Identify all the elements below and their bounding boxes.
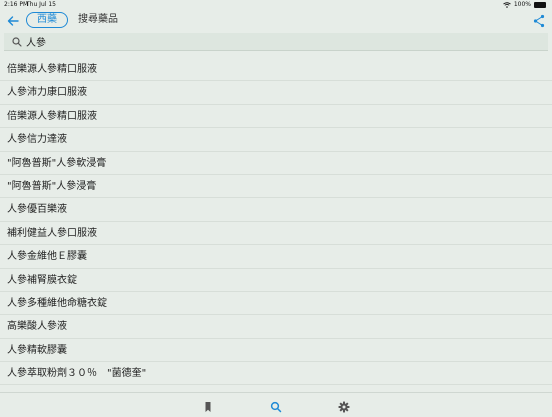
- list-item[interactable]: 倍樂源人參精口服液: [0, 58, 552, 82]
- list-item[interactable]: 人參優百樂液: [0, 198, 552, 222]
- back-button[interactable]: [6, 13, 20, 27]
- status-date: Thu Jul 15: [26, 1, 56, 8]
- status-bar: 2:16 PM Thu Jul 15 100%: [0, 0, 552, 9]
- share-icon: [533, 14, 545, 28]
- search-icon: [12, 37, 22, 47]
- list-item[interactable]: 人參金維他Ｅ膠囊: [0, 245, 552, 269]
- bookmark-icon: [205, 402, 211, 412]
- list-item[interactable]: 人參精軟膠囊: [0, 339, 552, 363]
- list-item[interactable]: 人參沛力康口服液: [0, 81, 552, 105]
- list-item[interactable]: 人參補腎膜衣錠: [0, 269, 552, 292]
- search-icon: [270, 401, 282, 413]
- share-button[interactable]: [533, 13, 545, 28]
- navigation-bar: 西藥 搜尋藥品: [0, 9, 552, 31]
- search-bar: [4, 33, 548, 51]
- list-item[interactable]: "阿魯普斯"人參軟浸膏: [0, 152, 552, 175]
- search-input[interactable]: [26, 34, 526, 49]
- list-item[interactable]: 人參多種維他命糖衣錠: [0, 292, 552, 316]
- list-item[interactable]: 高樂酸人參液: [0, 315, 552, 339]
- results-list: 倍樂源人參精口服液 人參沛力康口服液 倍樂源人參精口服液 人參信力達液 "阿魯普…: [0, 58, 552, 386]
- status-time: 2:16 PM: [4, 1, 29, 8]
- list-item[interactable]: "阿魯普斯"人參浸膏: [0, 175, 552, 199]
- list-item[interactable]: 倍樂源人參精口服液: [0, 105, 552, 129]
- battery-percent: 100%: [513, 1, 531, 8]
- tab-bar: [0, 392, 552, 414]
- list-item[interactable]: 補利健益人參口服液: [0, 222, 552, 246]
- tab-settings[interactable]: [338, 398, 350, 413]
- list-item[interactable]: 人參萃取粉劑３０％ "菌德奎": [0, 362, 552, 386]
- wifi-icon: [503, 1, 511, 8]
- list-item[interactable]: 人參信力達液: [0, 128, 552, 152]
- back-arrow-icon: [7, 16, 19, 26]
- tab-bookmarks[interactable]: [202, 398, 214, 412]
- gear-icon: [338, 401, 350, 413]
- battery-icon: [534, 1, 546, 8]
- page-title: 搜尋藥品: [78, 14, 118, 25]
- status-indicators: 100%: [503, 0, 546, 9]
- drug-category-button[interactable]: 西藥: [26, 12, 68, 28]
- tab-search[interactable]: [270, 398, 282, 413]
